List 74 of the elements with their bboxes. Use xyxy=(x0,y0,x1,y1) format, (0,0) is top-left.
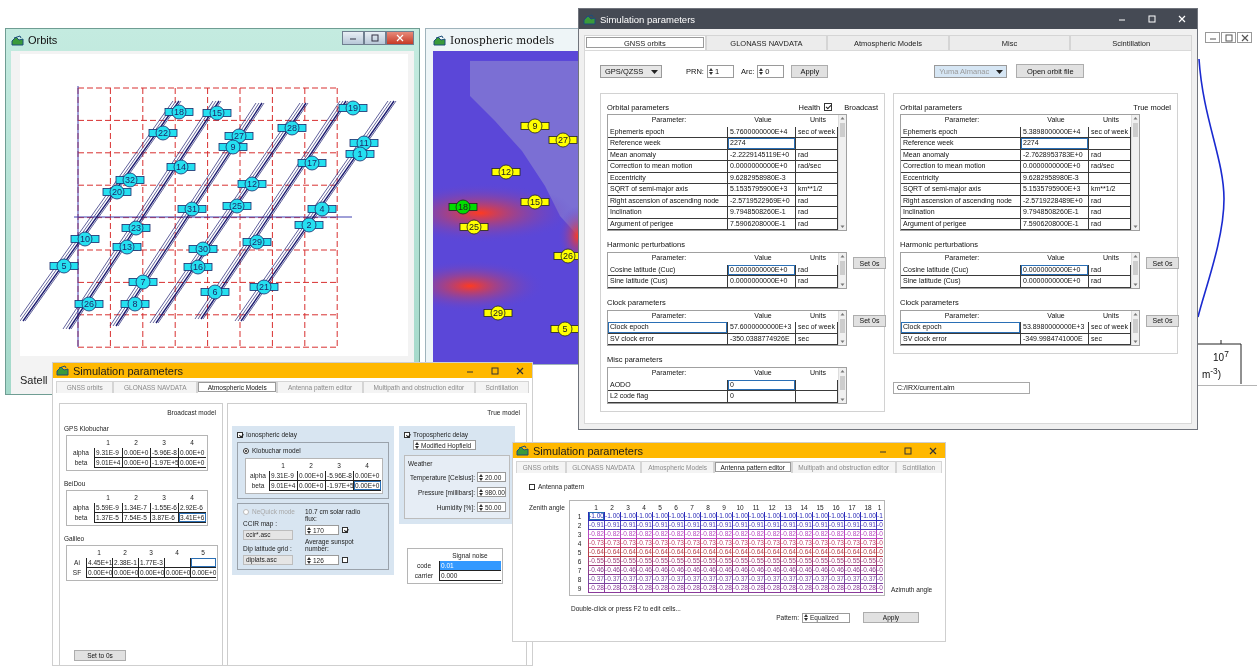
spin-arrows-icon[interactable] xyxy=(479,502,483,512)
arrow-down-icon[interactable] xyxy=(1133,281,1138,287)
maximize-icon xyxy=(490,366,499,375)
table-cell[interactable] xyxy=(164,558,190,568)
maximize-button[interactable] xyxy=(364,31,386,45)
scrollbar-thumb[interactable] xyxy=(840,261,845,275)
spin-arrows-icon[interactable] xyxy=(708,66,713,76)
checkbox[interactable] xyxy=(237,431,243,438)
status-text: Satell xyxy=(20,374,48,386)
scrollbar-thumb[interactable] xyxy=(840,376,845,390)
arrow-down-icon[interactable] xyxy=(1133,339,1138,344)
app-icon xyxy=(433,34,446,46)
minimize-button[interactable] xyxy=(342,31,364,45)
close-icon xyxy=(1240,33,1249,42)
close-icon xyxy=(396,34,404,42)
maximize-icon xyxy=(903,446,912,455)
scrollbar-thumb[interactable] xyxy=(1133,318,1138,333)
scrollbar[interactable] xyxy=(1131,253,1139,288)
app-icon xyxy=(516,445,529,456)
spin-arrows-icon[interactable] xyxy=(479,472,483,482)
arrow-up-icon[interactable] xyxy=(840,116,845,121)
scrollbar-thumb[interactable] xyxy=(840,123,845,137)
arrow-up-icon[interactable] xyxy=(840,254,845,259)
arrow-down-icon[interactable] xyxy=(840,396,845,402)
maximize-icon xyxy=(1148,15,1156,23)
radio-button[interactable] xyxy=(243,447,249,454)
spin-arrows-icon[interactable] xyxy=(307,525,311,535)
window-title: Simulation parameters xyxy=(600,13,696,25)
arrow-up-icon[interactable] xyxy=(840,311,845,317)
close-icon xyxy=(515,366,524,375)
spin-arrows-icon[interactable] xyxy=(804,613,808,622)
axis-unit-label: m$^{-3}$) xyxy=(1202,366,1222,381)
app-icon xyxy=(56,365,69,376)
checkbox[interactable] xyxy=(824,103,833,111)
arrow-down-icon[interactable] xyxy=(840,339,845,344)
maximize-icon xyxy=(1224,33,1233,42)
app-icon xyxy=(11,34,24,46)
scrollbar[interactable] xyxy=(1131,310,1139,345)
spin-arrows-icon[interactable] xyxy=(415,440,419,450)
scrollbar-thumb[interactable] xyxy=(1133,123,1138,137)
window-title: Orbits xyxy=(28,34,58,46)
close-icon xyxy=(1178,15,1186,23)
arrow-down-icon[interactable] xyxy=(1133,224,1138,229)
minimize-button[interactable] xyxy=(1205,32,1220,43)
window-title: Simulation parameters xyxy=(533,444,644,457)
close-button[interactable] xyxy=(386,31,414,45)
scrollbar-thumb[interactable] xyxy=(840,318,845,333)
arrow-down-icon[interactable] xyxy=(840,224,845,229)
close-button[interactable] xyxy=(1237,32,1252,43)
arrow-down-icon[interactable] xyxy=(840,281,845,287)
arrow-up-icon[interactable] xyxy=(1133,254,1138,259)
spin-arrows-icon[interactable] xyxy=(479,487,483,497)
app-icon xyxy=(583,13,596,25)
axis-drawing xyxy=(1198,339,1242,384)
checkbox[interactable] xyxy=(529,483,535,490)
arrow-up-icon[interactable] xyxy=(1133,311,1138,317)
checkbox[interactable] xyxy=(404,431,410,438)
maximize-button[interactable] xyxy=(1221,32,1236,43)
scrollbar[interactable] xyxy=(838,310,846,345)
window-title: Ionospheric models xyxy=(450,34,555,46)
close-icon xyxy=(928,446,937,455)
scrollbar[interactable] xyxy=(838,115,846,230)
arrow-up-icon[interactable] xyxy=(1133,116,1138,121)
scrollbar-thumb[interactable] xyxy=(1133,261,1138,275)
scrollbar[interactable] xyxy=(838,253,846,288)
window-title: Simulation parameters xyxy=(73,364,184,377)
scrollbar[interactable] xyxy=(838,368,846,403)
maximize-icon xyxy=(371,34,379,42)
spin-arrows-icon[interactable] xyxy=(759,66,764,76)
axis-tick-label: 10$^{7}$ xyxy=(1213,349,1229,364)
scrollbar[interactable] xyxy=(1131,115,1139,230)
table-cell[interactable] xyxy=(190,558,216,568)
arrow-up-icon[interactable] xyxy=(840,369,845,374)
spin-arrows-icon[interactable] xyxy=(307,555,311,565)
